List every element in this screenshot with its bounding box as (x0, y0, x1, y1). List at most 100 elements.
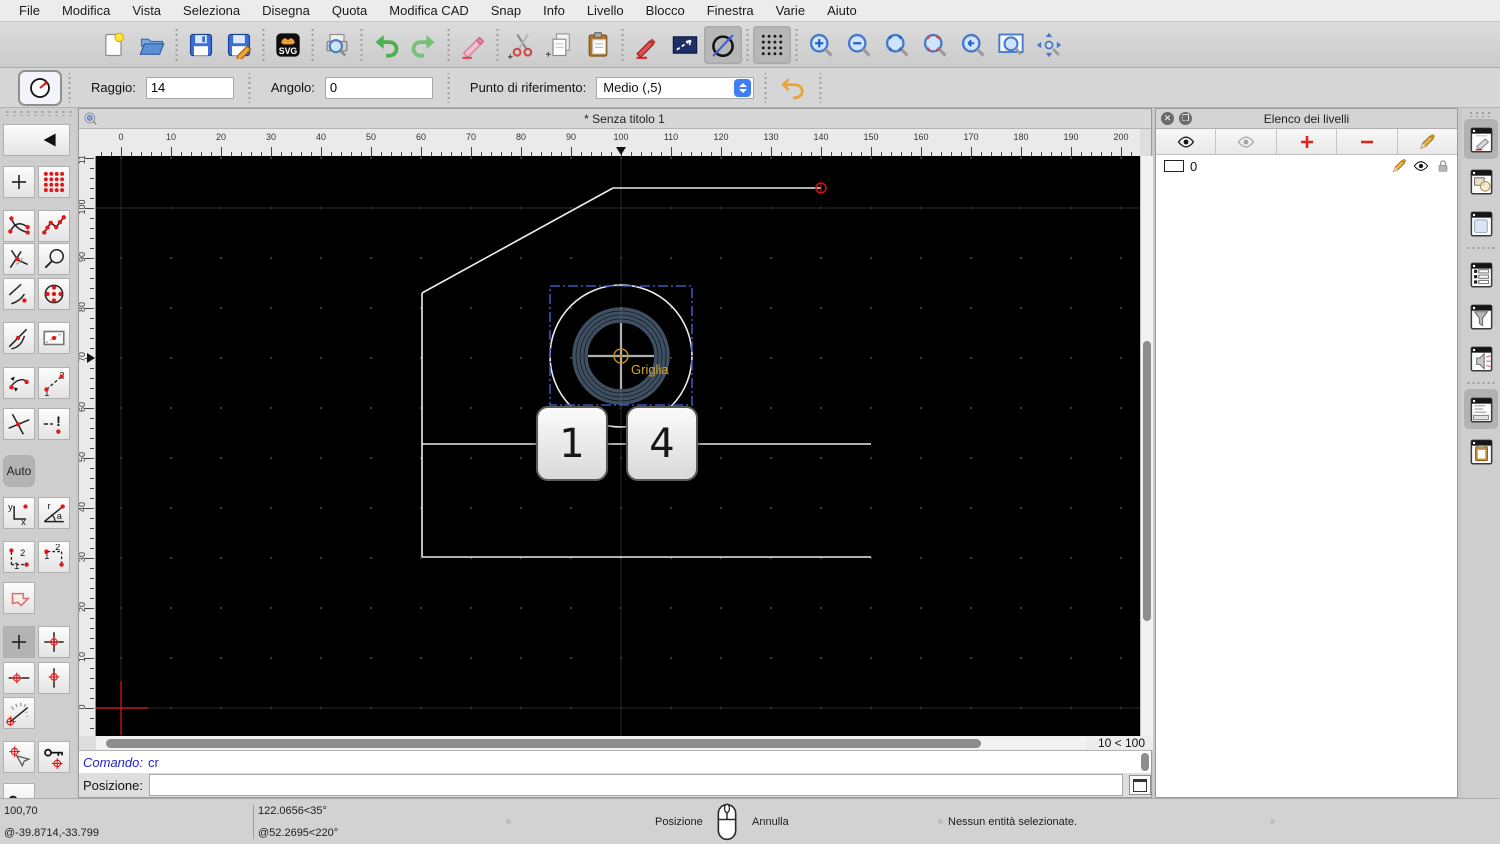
dock-property-editor[interactable] (1464, 254, 1498, 294)
snap-tangent[interactable] (3, 322, 35, 354)
save-as-button[interactable] (220, 26, 258, 64)
snap-entity-handle[interactable] (38, 243, 70, 275)
snap-on-entity[interactable] (38, 210, 70, 242)
relative-polar[interactable]: 12 (38, 541, 70, 573)
command-window-toggle-button[interactable] (1129, 775, 1151, 795)
save-button[interactable] (182, 26, 220, 64)
properties-button[interactable] (666, 26, 704, 64)
menu-seleziona[interactable]: Seleziona (172, 3, 251, 18)
draw-circle-button[interactable] (704, 25, 742, 64)
angle-gauge-tool[interactable] (3, 697, 35, 729)
coordinate-cartesian[interactable]: yx (3, 497, 35, 529)
hide-all-layers-button[interactable] (1216, 129, 1277, 154)
restrict-vertical[interactable] (38, 662, 70, 694)
vertical-scrollbar[interactable] (1140, 156, 1153, 736)
lock-relative-zero[interactable] (38, 741, 70, 773)
snap-nearest[interactable] (3, 278, 35, 310)
dock-pen-palette[interactable] (1464, 338, 1498, 378)
angle-input[interactable] (324, 76, 433, 99)
layer-row[interactable]: 0 (1156, 155, 1457, 177)
menu-blocco[interactable]: Blocco (635, 3, 696, 18)
radius-input[interactable] (145, 76, 234, 99)
snap-center[interactable] (38, 278, 70, 310)
snap-auto-button[interactable]: Auto (3, 455, 35, 487)
command-scrollbar-thumb[interactable] (1141, 753, 1149, 771)
horizontal-scrollbar-thumb[interactable] (106, 739, 981, 748)
snap-free[interactable] (3, 166, 35, 198)
relative-cartesian[interactable]: 12 (3, 541, 35, 573)
delete-button[interactable] (454, 26, 492, 64)
horizontal-scrollbar[interactable]: 10 < 100 (96, 736, 1153, 750)
snap-intersection-manual[interactable] (3, 408, 35, 440)
redo-button[interactable] (405, 26, 443, 64)
menu-info[interactable]: Info (532, 3, 576, 18)
snap-restriction-info[interactable]: ! (38, 408, 70, 440)
menu-disegna[interactable]: Disegna (251, 3, 321, 18)
menu-snap[interactable]: Snap (480, 3, 532, 18)
back-button[interactable] (3, 124, 70, 156)
zoom-previous-button[interactable] (954, 26, 992, 64)
zoom-pan-button[interactable] (1030, 26, 1068, 64)
dock-command-widget[interactable] (1464, 389, 1498, 429)
horizontal-scrollbar-track[interactable] (96, 737, 1086, 749)
menu-finestra[interactable]: Finestra (696, 3, 765, 18)
drawing-canvas[interactable]: Griglia 14 (96, 156, 1140, 736)
command-input[interactable] (148, 774, 1124, 796)
zoom-out-button[interactable] (840, 26, 878, 64)
edit-layer-icon[interactable] (1391, 158, 1407, 174)
command-history-row[interactable]: Comando: cr (79, 750, 1151, 773)
restore-defaults-button[interactable] (773, 72, 813, 104)
grid-toggle-button[interactable] (753, 25, 791, 64)
new-document-button[interactable] (95, 26, 133, 64)
open-button[interactable] (133, 26, 171, 64)
snap-middle[interactable] (38, 322, 70, 354)
snap-endpoints[interactable] (3, 210, 35, 242)
svg-export-button[interactable]: SVG (269, 26, 307, 64)
drawing-window-titlebar[interactable]: * Senza titolo 1 (79, 109, 1151, 129)
menu-quota[interactable]: Quota (321, 3, 378, 18)
snap-grid[interactable] (38, 166, 70, 198)
undock-panel-icon[interactable]: ❐ (1179, 112, 1192, 125)
cut-button[interactable] (503, 26, 541, 64)
restrict-horizontal[interactable] (3, 662, 35, 694)
zoom-in-button[interactable] (802, 26, 840, 64)
snap-auto-distance[interactable] (3, 367, 35, 399)
layer-lock-icon[interactable] (1435, 158, 1451, 174)
circle-tool-indicator[interactable] (18, 69, 62, 106)
edit-layer-button[interactable] (1398, 129, 1457, 154)
set-relative-zero[interactable] (3, 741, 35, 773)
selection-loop[interactable] (3, 582, 35, 614)
menu-vista[interactable]: Vista (121, 3, 172, 18)
menu-livello[interactable]: Livello (576, 3, 635, 18)
menu-file[interactable]: File (8, 3, 51, 18)
add-layer-button[interactable] (1277, 129, 1338, 154)
vertical-scrollbar-thumb[interactable] (1143, 341, 1151, 621)
restrict-nothing[interactable] (3, 626, 35, 658)
zoom-selection-button[interactable] (916, 26, 954, 64)
dock-clipboard[interactable] (1464, 431, 1498, 471)
paste-button[interactable] (579, 26, 617, 64)
dock-block-list[interactable] (1464, 161, 1498, 201)
show-all-layers-button[interactable] (1156, 129, 1217, 154)
zoom-auto-button[interactable] (878, 26, 916, 64)
layer-visible-icon[interactable] (1413, 158, 1429, 174)
undo-button[interactable] (367, 26, 405, 64)
menu-modifica[interactable]: Modifica (51, 3, 121, 18)
coordinate-polar[interactable]: ra (38, 497, 70, 529)
reference-point-select[interactable]: Medio (,5) (596, 76, 755, 99)
palette-drag-handle[interactable] (4, 110, 72, 116)
copy-button[interactable] (541, 26, 579, 64)
print-preview-button[interactable] (318, 26, 356, 64)
dock-layer-list[interactable] (1464, 119, 1498, 159)
dock-drag-handle[interactable] (1468, 111, 1494, 117)
restrict-orthogonal[interactable] (38, 626, 70, 658)
snap-intersection-auto[interactable] (3, 243, 35, 275)
menu-aiuto[interactable]: Aiuto (816, 3, 868, 18)
attributes-button[interactable] (628, 26, 666, 64)
remove-layer-button[interactable] (1337, 129, 1398, 154)
dock-library-browser[interactable] (1464, 203, 1498, 243)
menu-modifica-cad[interactable]: Modifica CAD (378, 3, 479, 18)
dock-selection-filter[interactable] (1464, 296, 1498, 336)
menu-varie[interactable]: Varie (765, 3, 816, 18)
zoom-window-button[interactable] (992, 26, 1030, 64)
